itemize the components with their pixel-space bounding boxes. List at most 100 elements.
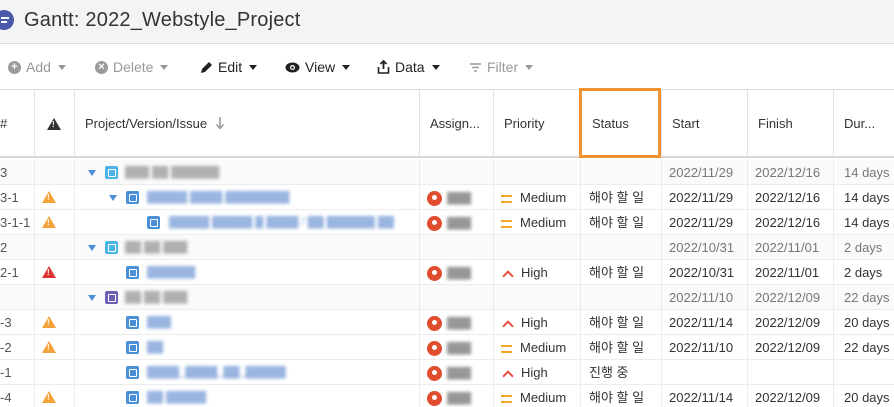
priority-cell[interactable]: High [494,360,581,385]
edit-button[interactable]: Edit [200,59,258,75]
priority-cell[interactable]: High [494,260,581,285]
status-cell[interactable]: 해야 할 일 [581,210,662,235]
column-header-priority[interactable]: Priority [494,90,581,158]
status-cell[interactable]: 해야 할 일 [581,335,662,360]
duration[interactable]: 2 days [834,260,894,285]
priority-cell[interactable]: Medium [494,210,581,235]
project-cell[interactable]: ▓▓ ▓▓ ▓▓▓ [75,235,420,260]
table-row[interactable]: -2 ▓▓ ▓▓▓ Medium 해야 할 일 2022/11/10 2022/… [0,335,894,360]
filter-button[interactable]: Filter [469,59,534,75]
assignee-cell[interactable]: ▓▓▓ [420,260,494,285]
view-button[interactable]: View [285,59,351,75]
issue-name-redacted[interactable]: ▓▓▓▓▓▓ [147,260,195,285]
start-date[interactable]: 2022/11/29 [662,160,748,185]
start-date[interactable]: 2022/11/10 [662,285,748,310]
issue-name-redacted[interactable]: ▓▓ ▓▓▓▓▓ [147,385,206,407]
version-name-redacted[interactable]: ▓▓▓▓▓ ▓▓▓▓ ▓▓▓▓▓▓▓▓ [147,185,289,210]
chevron-down-icon[interactable] [88,170,96,176]
chevron-down-icon[interactable] [109,195,117,201]
finish-date[interactable]: 2022/12/09 [748,310,834,335]
table-row[interactable]: 2-1 ▓▓▓▓▓▓ ▓▓▓ High 해야 할 일 2022/10/31 20… [0,260,894,285]
column-header-start[interactable]: Start [662,90,748,158]
column-header-number[interactable]: # [0,90,35,158]
finish-date[interactable]: 2022/11/01 [748,260,834,285]
data-button[interactable]: Data [377,59,440,75]
priority-cell[interactable]: Medium [494,185,581,210]
duration[interactable]: 2 days [834,235,894,260]
duration[interactable]: 20 days [834,385,894,407]
chevron-down-icon[interactable] [88,245,96,251]
issue-name-redacted[interactable]: ▓▓ [147,335,163,360]
status-cell[interactable]: 진행 중 [581,360,662,385]
assignee-cell[interactable] [420,285,494,310]
start-date[interactable] [662,360,748,385]
duration[interactable] [834,360,894,385]
table-row[interactable]: 2 ▓▓ ▓▓ ▓▓▓ 2022/10/31 2022/11/01 2 days [0,235,894,260]
duration[interactable]: 14 days [834,160,894,185]
table-row[interactable]: 3-1-1 ▓▓▓▓▓ ▓▓▓▓▓ ▓ ▓▓▓▓ / ▓▓ ▓▓▓▓▓▓ ▓▓ … [0,210,894,235]
priority-cell[interactable]: High [494,310,581,335]
table-row[interactable]: 3-1 ▓▓▓▓▓ ▓▓▓▓ ▓▓▓▓▓▓▓▓ ▓▓▓ Medium 해야 할 … [0,185,894,210]
assignee-cell[interactable] [420,235,494,260]
start-date[interactable]: 2022/11/10 [662,335,748,360]
start-date[interactable]: 2022/11/29 [662,185,748,210]
duration[interactable]: 22 days [834,335,894,360]
start-date[interactable]: 2022/11/14 [662,310,748,335]
project-cell[interactable]: ▓▓▓ ▓▓ ▓▓▓▓▓▓ [75,160,420,185]
column-header-project[interactable]: Project/Version/Issue [75,90,420,158]
assignee-cell[interactable]: ▓▓▓ [420,360,494,385]
start-date[interactable]: 2022/11/14 [662,385,748,407]
status-cell[interactable] [581,285,662,310]
sort-arrow-down-icon[interactable] [215,116,225,130]
duration[interactable]: 14 days [834,185,894,210]
table-row[interactable]: -4 ▓▓ ▓▓▓▓▓ ▓▓▓ Medium 해야 할 일 2022/11/14… [0,385,894,407]
chevron-down-icon[interactable] [88,295,96,301]
duration[interactable]: 20 days [834,310,894,335]
finish-date[interactable]: 2022/12/16 [748,185,834,210]
project-cell[interactable]: ▓▓▓▓▓ ▓▓▓▓▓ ▓ ▓▓▓▓ / ▓▓ ▓▓▓▓▓▓ ▓▓ [75,210,420,235]
priority-cell[interactable]: Medium [494,385,581,407]
priority-cell[interactable] [494,160,581,185]
table-row[interactable]: -1 ▓▓▓▓_▓▓▓▓_▓▓_▓▓▓▓▓ ▓▓▓ High 진행 중 [0,360,894,385]
issue-name-redacted[interactable]: ▓▓▓▓▓ ▓▓▓▓▓ ▓ ▓▓▓▓ / ▓▓ ▓▓▓▓▓▓ ▓▓ [169,210,394,235]
finish-date[interactable]: 2022/12/09 [748,285,834,310]
column-header-duration[interactable]: Dur... [834,90,894,158]
column-header-status[interactable]: Status [581,90,662,158]
start-date[interactable]: 2022/10/31 [662,260,748,285]
finish-date[interactable]: 2022/12/16 [748,210,834,235]
project-cell[interactable]: ▓▓▓ [75,310,420,335]
status-cell[interactable]: 해야 할 일 [581,385,662,407]
project-cell[interactable]: ▓▓▓▓_▓▓▓▓_▓▓_▓▓▓▓▓ [75,360,420,385]
delete-button[interactable]: × Delete [95,59,169,75]
duration[interactable]: 14 days [834,210,894,235]
project-cell[interactable]: ▓▓ ▓▓ ▓▓▓ [75,285,420,310]
finish-date[interactable]: 2022/12/09 [748,335,834,360]
column-header-warning[interactable] [35,90,75,158]
project-cell[interactable]: ▓▓▓▓▓▓ [75,260,420,285]
finish-date[interactable]: 2022/11/01 [748,235,834,260]
status-cell[interactable]: 해야 할 일 [581,185,662,210]
priority-cell[interactable] [494,235,581,260]
priority-cell[interactable]: Medium [494,335,581,360]
finish-date[interactable] [748,360,834,385]
table-row[interactable]: ▓▓ ▓▓ ▓▓▓ 2022/11/10 2022/12/09 22 days [0,285,894,310]
assignee-cell[interactable]: ▓▓▓ [420,335,494,360]
project-cell[interactable]: ▓▓ [75,335,420,360]
assignee-cell[interactable]: ▓▓▓ [420,385,494,407]
table-row[interactable]: -3 ▓▓▓ ▓▓▓ High 해야 할 일 2022/11/14 2022/1… [0,310,894,335]
finish-date[interactable]: 2022/12/16 [748,160,834,185]
issue-name-redacted[interactable]: ▓▓▓▓_▓▓▓▓_▓▓_▓▓▓▓▓ [147,360,286,385]
add-button[interactable]: + Add [8,59,66,75]
assignee-cell[interactable] [420,160,494,185]
assignee-cell[interactable]: ▓▓▓ [420,210,494,235]
priority-cell[interactable] [494,285,581,310]
project-cell[interactable]: ▓▓▓▓▓ ▓▓▓▓ ▓▓▓▓▓▓▓▓ [75,185,420,210]
column-header-assignee[interactable]: Assign... [420,90,494,158]
issue-name-redacted[interactable]: ▓▓▓ [147,310,171,335]
column-header-finish[interactable]: Finish [748,90,834,158]
duration[interactable]: 22 days [834,285,894,310]
assignee-cell[interactable]: ▓▓▓ [420,310,494,335]
table-row[interactable]: 3 ▓▓▓ ▓▓ ▓▓▓▓▓▓ 2022/11/29 2022/12/16 14… [0,160,894,185]
project-cell[interactable]: ▓▓ ▓▓▓▓▓ [75,385,420,407]
assignee-cell[interactable]: ▓▓▓ [420,185,494,210]
